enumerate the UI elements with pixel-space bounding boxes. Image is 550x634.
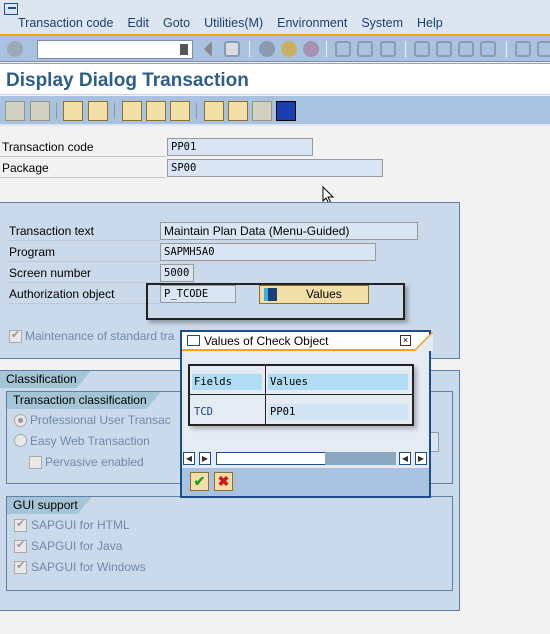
easy-web-radio[interactable] <box>14 434 27 447</box>
pervasive-checkbox-label: Pervasive enabled <box>45 455 144 469</box>
page-title: Display Dialog Transaction <box>6 70 249 91</box>
separator <box>405 41 406 57</box>
new-session-icon[interactable] <box>515 41 531 57</box>
next-page-icon[interactable] <box>458 41 474 57</box>
menu-goto[interactable]: Goto <box>163 16 190 30</box>
navigation-icon[interactable] <box>170 101 190 121</box>
separator <box>196 103 197 119</box>
transaction-code-label: Transaction code <box>0 138 166 157</box>
cancel-icon[interactable] <box>303 41 319 57</box>
popup-title-bar: Values of Check Object × <box>182 332 433 351</box>
menu-environment[interactable]: Environment <box>277 16 347 30</box>
values-popup: Values of Check Object × Fields Values T… <box>180 330 433 498</box>
package-label: Package <box>0 159 166 178</box>
where-used-icon[interactable] <box>122 101 142 121</box>
menu-bar: Transaction code Edit Goto Utilities(M) … <box>0 0 550 36</box>
horizontal-scrollbar[interactable]: ◀ ▶ ◀ ▶ <box>182 451 429 467</box>
column-header-values[interactable]: Values <box>268 374 408 390</box>
scroll-right-icon[interactable]: ▶ <box>199 452 211 465</box>
separator <box>249 41 250 57</box>
last-page-icon[interactable] <box>480 41 496 57</box>
menu-help[interactable]: Help <box>417 16 443 30</box>
column-divider <box>265 366 266 425</box>
find-icon[interactable] <box>357 41 373 57</box>
transaction-classification-title: Transaction classification <box>7 392 161 409</box>
gui-support-title: GUI support <box>7 497 92 514</box>
back-arrow-icon[interactable] <box>5 101 25 121</box>
popup-footer: ✔ ✖ <box>182 468 429 496</box>
first-page-icon[interactable] <box>414 41 430 57</box>
title-bar: Display Dialog Transaction <box>0 63 550 95</box>
menu-transaction-code[interactable]: Transaction code <box>18 16 113 30</box>
layout-icon[interactable] <box>252 101 272 121</box>
separator <box>56 103 57 119</box>
confirm-button[interactable]: ✔ <box>190 472 209 491</box>
shortcut-icon[interactable] <box>537 41 550 57</box>
back-icon[interactable] <box>204 41 212 57</box>
other-object-icon[interactable] <box>88 101 108 121</box>
package-field[interactable]: SP00 <box>167 159 383 177</box>
system-menu-icon[interactable] <box>4 3 18 15</box>
sapgui-java-checkbox[interactable] <box>14 538 27 553</box>
menu-utilities[interactable]: Utilities(M) <box>204 16 263 30</box>
popup-system-icon[interactable] <box>187 335 200 346</box>
find-next-icon[interactable] <box>380 41 396 57</box>
table-cell-field[interactable]: TCD <box>192 404 262 420</box>
sapgui-html-checkbox[interactable] <box>14 517 27 532</box>
screen-number-field[interactable]: 5000 <box>160 264 194 282</box>
scroll-left-icon[interactable]: ◀ <box>183 452 195 465</box>
menu-system[interactable]: System <box>361 16 403 30</box>
sapgui-java-label: SAPGUI for Java <box>31 539 123 553</box>
hierarchy-icon[interactable] <box>204 101 224 121</box>
scroll-left-end-icon[interactable]: ◀ <box>399 452 411 465</box>
separator <box>326 41 327 57</box>
menu-edit[interactable]: Edit <box>127 16 149 30</box>
exit-icon[interactable] <box>281 41 297 57</box>
program-label: Program <box>7 243 160 262</box>
classification-title: Classification <box>0 371 91 388</box>
column-header-fields[interactable]: Fields <box>192 374 262 390</box>
values-table: Fields Values TCD PP01 <box>188 364 414 426</box>
professional-radio-label: Professional User Transac <box>30 413 171 427</box>
sapgui-html-label: SAPGUI for HTML <box>31 518 130 532</box>
menu-items: Transaction code Edit Goto Utilities(M) … <box>18 16 457 30</box>
structure-icon[interactable] <box>228 101 248 121</box>
transaction-code-field[interactable]: PP01 <box>167 138 313 156</box>
command-field[interactable] <box>37 40 193 59</box>
separator <box>506 41 507 57</box>
sapgui-windows-label: SAPGUI for Windows <box>31 560 146 574</box>
save-icon[interactable] <box>224 41 240 57</box>
table-cell-value[interactable]: PP01 <box>268 404 408 420</box>
system-toolbar <box>0 36 550 62</box>
professional-radio[interactable] <box>14 414 27 427</box>
command-history-icon[interactable] <box>180 44 188 55</box>
back-nav-icon[interactable] <box>259 41 275 57</box>
easy-web-radio-label: Easy Web Transaction <box>30 434 150 448</box>
highlight-box <box>146 283 405 320</box>
screen-number-label: Screen number <box>7 264 160 283</box>
print-icon[interactable] <box>335 41 351 57</box>
transaction-text-label: Transaction text <box>7 222 160 241</box>
scroll-right-end-icon[interactable]: ▶ <box>415 452 427 465</box>
maintenance-checkbox-label: Maintenance of standard tra <box>25 329 175 343</box>
enter-icon[interactable] <box>7 41 23 57</box>
scroll-track[interactable] <box>325 452 396 465</box>
previous-page-icon[interactable] <box>436 41 452 57</box>
separator <box>114 103 115 119</box>
transaction-text-field[interactable]: Maintain Plan Data (Menu-Guided) <box>160 222 418 240</box>
popup-title: Values of Check Object <box>204 334 329 348</box>
sapgui-windows-checkbox[interactable] <box>14 559 27 574</box>
maintenance-checkbox[interactable] <box>9 328 22 343</box>
display-change-icon[interactable] <box>63 101 83 121</box>
cancel-button[interactable]: ✖ <box>214 472 233 491</box>
program-field[interactable]: SAPMH5A0 <box>160 243 376 261</box>
forward-arrow-icon[interactable] <box>30 101 50 121</box>
authorization-object-label: Authorization object <box>7 285 160 304</box>
display-object-list-icon[interactable] <box>146 101 166 121</box>
application-toolbar <box>0 96 550 126</box>
pervasive-checkbox[interactable] <box>29 456 42 469</box>
info-icon[interactable] <box>276 101 296 121</box>
popup-corner <box>413 332 433 351</box>
